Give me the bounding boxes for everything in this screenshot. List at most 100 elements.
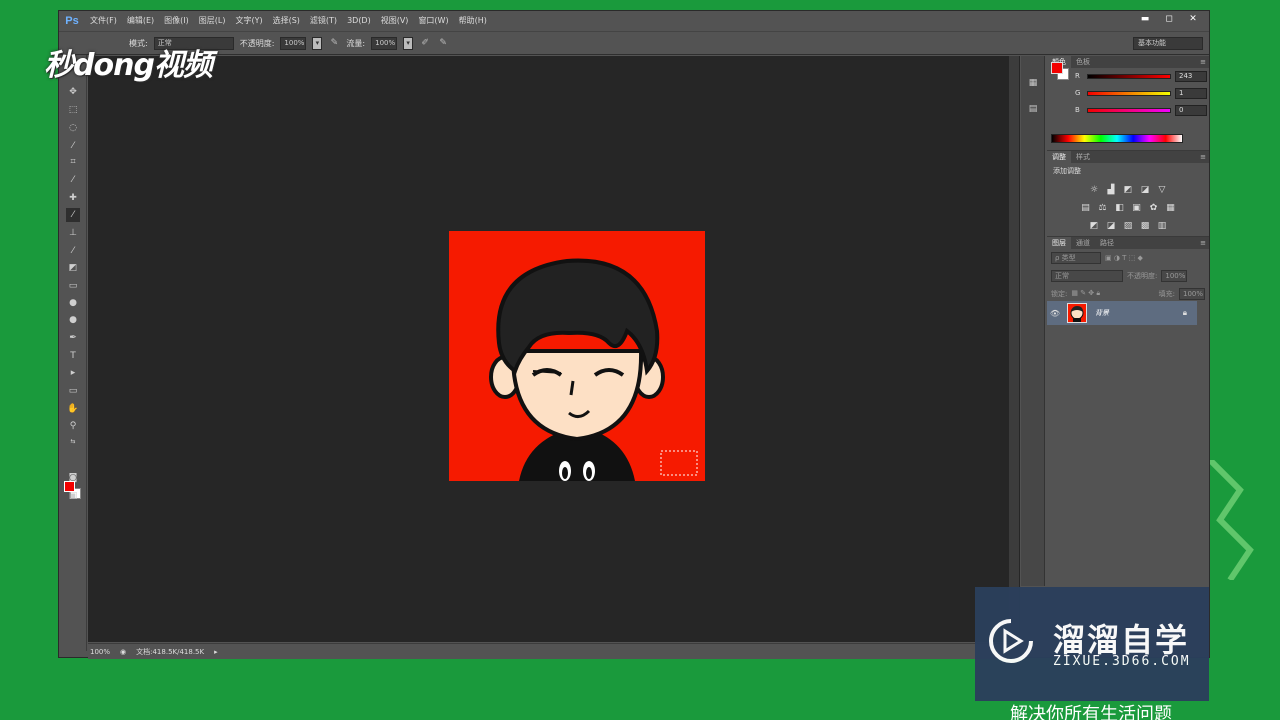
- green-value-input[interactable]: 1: [1175, 87, 1207, 99]
- levels-icon[interactable]: ▟: [1106, 185, 1117, 196]
- healing-brush-tool-icon[interactable]: ✚: [66, 191, 80, 205]
- layer-opacity-input[interactable]: 100%: [1161, 269, 1188, 282]
- menu-view[interactable]: 视图(V): [376, 11, 414, 31]
- menu-help[interactable]: 帮助(H): [454, 11, 492, 31]
- type-tool-icon[interactable]: T: [66, 349, 80, 363]
- brightness-icon[interactable]: ☼: [1089, 185, 1100, 196]
- minimize-button[interactable]: ▬: [1135, 13, 1155, 25]
- curves-icon[interactable]: ◩: [1123, 185, 1134, 196]
- status-menu-arrow-icon[interactable]: ▸: [214, 648, 218, 656]
- panel-menu-icon[interactable]: ≡: [1200, 239, 1209, 247]
- panel-menu-icon[interactable]: ≡: [1200, 58, 1209, 66]
- swap-colors-icon[interactable]: ⇆: [66, 435, 80, 449]
- tab-paths[interactable]: 路径: [1095, 237, 1119, 249]
- visibility-eye-icon[interactable]: 👁︎: [1047, 309, 1063, 318]
- red-value-input[interactable]: 243: [1175, 70, 1207, 82]
- status-info-icon[interactable]: ◉: [120, 648, 126, 656]
- threshold-icon[interactable]: ▨: [1123, 221, 1134, 232]
- blend-mode-select[interactable]: 正常: [1051, 269, 1123, 282]
- history-panel-icon[interactable]: ▦: [1026, 76, 1040, 90]
- layer-filter-select[interactable]: ρ 类型: [1051, 251, 1101, 264]
- tab-swatches[interactable]: 色板: [1071, 56, 1095, 68]
- flow-dropdown-icon[interactable]: ▾: [403, 36, 414, 50]
- color-panel: 颜色 色板 ≡ R 243 G 1 B 0: [1047, 56, 1209, 150]
- tab-adjustments[interactable]: 调整: [1047, 151, 1071, 163]
- layer-filter-row: ρ 类型 ▣ ◑ T ⬚ ◆: [1051, 251, 1205, 264]
- panel-menu-icon[interactable]: ≡: [1200, 153, 1209, 161]
- color-lookup-icon[interactable]: ▦: [1165, 203, 1176, 214]
- menu-filter[interactable]: 滤镜(T): [305, 11, 342, 31]
- tab-styles[interactable]: 样式: [1071, 151, 1095, 163]
- brush-tool-icon[interactable]: ⁄: [66, 208, 80, 222]
- canvas-area[interactable]: [88, 56, 1020, 642]
- artwork-canvas[interactable]: [449, 231, 705, 481]
- opacity-dropdown-icon[interactable]: ▾: [312, 36, 323, 50]
- invert-icon[interactable]: ◩: [1089, 221, 1100, 232]
- posterize-icon[interactable]: ◪: [1106, 221, 1117, 232]
- color-spectrum-bar[interactable]: [1051, 134, 1183, 143]
- marquee-tool-icon[interactable]: ⬚: [66, 103, 80, 117]
- history-brush-tool-icon[interactable]: ⁄: [66, 244, 80, 258]
- selective-color-icon[interactable]: ▩: [1140, 221, 1151, 232]
- layer-row-background[interactable]: 👁︎ 背景 🔒︎: [1047, 301, 1197, 325]
- eraser-tool-icon[interactable]: ◩: [66, 261, 80, 275]
- black-white-icon[interactable]: ◧: [1114, 203, 1125, 214]
- zoom-tool-icon[interactable]: ⚲: [66, 419, 80, 433]
- pressure-opacity-icon[interactable]: ✎: [328, 37, 340, 49]
- blue-value-input[interactable]: 0: [1175, 104, 1207, 116]
- menu-select[interactable]: 选择(S): [268, 11, 305, 31]
- red-slider[interactable]: [1087, 73, 1171, 79]
- menu-3d[interactable]: 3D(D): [342, 11, 376, 31]
- filter-icons[interactable]: ▣ ◑ T ⬚ ◆: [1105, 254, 1143, 262]
- menu-window[interactable]: 窗口(W): [413, 11, 453, 31]
- flow-label: 流量:: [346, 38, 366, 48]
- photo-filter-icon[interactable]: ▣: [1131, 203, 1142, 214]
- restore-button[interactable]: ◻: [1159, 13, 1179, 25]
- exposure-icon[interactable]: ◪: [1140, 185, 1151, 196]
- tab-layers[interactable]: 图层: [1047, 237, 1071, 249]
- menu-type[interactable]: 文字(Y): [230, 11, 267, 31]
- close-button[interactable]: ✕: [1183, 13, 1203, 25]
- channel-mixer-icon[interactable]: ✿: [1148, 203, 1159, 214]
- color-balance-icon[interactable]: ⚖: [1097, 203, 1108, 214]
- blue-slider[interactable]: [1087, 107, 1171, 113]
- clone-stamp-tool-icon[interactable]: ⊥: [66, 226, 80, 240]
- layer-name[interactable]: 背景: [1095, 308, 1109, 318]
- lasso-tool-icon[interactable]: ◌: [66, 121, 80, 135]
- adjustments-panel: 调整 样式 ≡ 添加调整 ☼ ▟ ◩ ◪ ▽ ▤ ⚖ ◧ ▣ ✿ ▦ ◩ ◪ ▨…: [1047, 150, 1209, 236]
- canvas-vertical-scrollbar[interactable]: [1009, 56, 1019, 642]
- vibrance-icon[interactable]: ▽: [1157, 185, 1168, 196]
- zoom-level[interactable]: 100%: [90, 648, 110, 656]
- lock-icons[interactable]: ▦ ✎ ✥ 🔒︎: [1071, 289, 1100, 298]
- opacity-input[interactable]: 100%: [280, 36, 307, 50]
- menu-image[interactable]: 图像(I): [159, 11, 194, 31]
- menu-edit[interactable]: 编辑(E): [122, 11, 159, 31]
- green-slider-row: G 1: [1075, 87, 1207, 99]
- tab-channels[interactable]: 通道: [1071, 237, 1095, 249]
- workspace-select[interactable]: 基本功能: [1133, 37, 1203, 50]
- flow-input[interactable]: 100%: [371, 36, 398, 50]
- hand-tool-icon[interactable]: ✋: [66, 402, 80, 416]
- properties-panel-icon[interactable]: ▤: [1026, 102, 1040, 116]
- color-panel-foreground-swatch[interactable]: [1051, 62, 1063, 74]
- airbrush-icon[interactable]: ✐: [419, 37, 431, 49]
- crop-tool-icon[interactable]: ⌗: [66, 155, 80, 169]
- dodge-tool-icon[interactable]: ●: [66, 313, 80, 327]
- quick-select-tool-icon[interactable]: ⁄: [66, 139, 80, 153]
- gradient-tool-icon[interactable]: ▭: [66, 279, 80, 293]
- gradient-map-icon[interactable]: ▥: [1157, 221, 1168, 232]
- eyedropper-tool-icon[interactable]: ⁄: [66, 173, 80, 187]
- menu-layer[interactable]: 图层(L): [194, 11, 231, 31]
- green-slider[interactable]: [1087, 90, 1171, 96]
- move-tool-icon[interactable]: ✥: [66, 85, 80, 99]
- rectangle-tool-icon[interactable]: ▭: [66, 384, 80, 398]
- foreground-color-swatch[interactable]: [64, 481, 75, 492]
- layer-lock-icon[interactable]: 🔒︎: [1183, 308, 1187, 318]
- menu-file[interactable]: 文件(F): [85, 11, 122, 31]
- pressure-size-icon[interactable]: ✎: [437, 37, 449, 49]
- blur-tool-icon[interactable]: ●: [66, 296, 80, 310]
- path-select-tool-icon[interactable]: ▸: [66, 366, 80, 380]
- pen-tool-icon[interactable]: ✒: [66, 331, 80, 345]
- hue-saturation-icon[interactable]: ▤: [1080, 203, 1091, 214]
- fill-input[interactable]: 100%: [1179, 287, 1205, 300]
